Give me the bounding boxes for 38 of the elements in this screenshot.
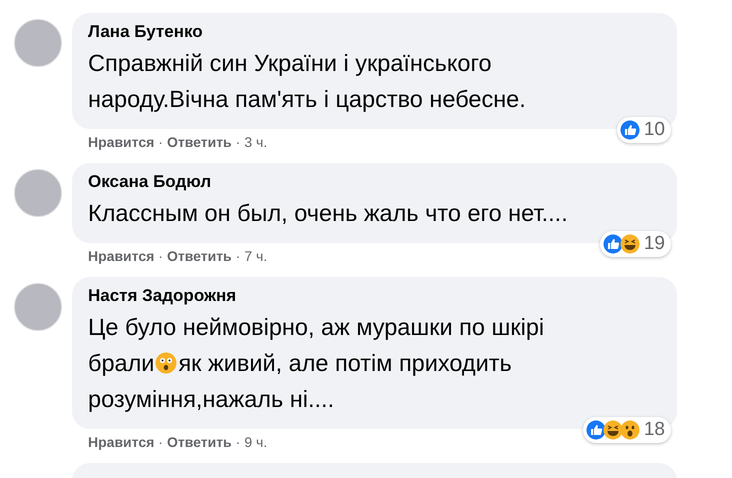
comment-text: як живий, але потім приходить — [178, 350, 512, 376]
comment-time[interactable]: 3 ч. — [244, 132, 268, 152]
author-name[interactable]: Настя Задорожня — [88, 283, 665, 309]
separator-dot: · — [236, 132, 240, 152]
laughing-face-icon — [602, 420, 623, 440]
comment-text: брали — [88, 350, 154, 376]
comment-time[interactable]: 7 ч. — [244, 246, 268, 266]
thumbs-up-icon — [620, 120, 640, 140]
action-link[interactable]: Нравится — [88, 132, 154, 152]
author-name[interactable]: Оксана Бодюл — [88, 169, 665, 195]
action-link[interactable]: Ответить — [166, 246, 232, 266]
comment-text: Це було неймовірно, аж мурашки по шкірі — [88, 314, 544, 340]
avatar-photo-placeholder[interactable] — [14, 169, 62, 217]
author-name[interactable]: Лана Бутенко — [88, 19, 665, 45]
separator-dot: · — [236, 246, 240, 266]
action-link[interactable]: Ответить — [166, 432, 232, 452]
action-link[interactable]: Нравится — [88, 432, 154, 452]
avatar-photo-placeholder[interactable] — [14, 283, 62, 331]
laughing-face-icon — [620, 234, 640, 254]
thumbs-up-icon — [586, 420, 606, 440]
reaction-count-badge[interactable]: 19 — [600, 231, 671, 257]
separator-dot: · — [158, 132, 163, 152]
separator-dot: · — [236, 432, 240, 452]
avatar-photo-placeholder[interactable] — [14, 19, 62, 67]
separator-dot: · — [158, 246, 163, 266]
comment-text: Справжній син України і українського — [88, 50, 492, 76]
reaction-count-badge[interactable]: 10 — [616, 117, 671, 143]
thumbs-up-icon — [602, 234, 623, 254]
shocked-face-icon — [155, 352, 178, 374]
comment-text: Классным он был, очень жаль что его нет.... — [88, 200, 568, 226]
separator-dot: · — [158, 432, 163, 452]
comment-text: народу.Вічна пам'ять і царство небесне. — [88, 86, 526, 112]
reaction-count-badge[interactable]: 18 — [582, 417, 671, 443]
surprised-face-icon — [620, 420, 640, 440]
comment-time[interactable]: 9 ч. — [244, 432, 268, 452]
action-link[interactable]: Ответить — [166, 132, 232, 152]
comment-text: розуміння,нажаль ні.... — [88, 386, 334, 412]
action-link[interactable]: Нравится — [88, 246, 154, 266]
